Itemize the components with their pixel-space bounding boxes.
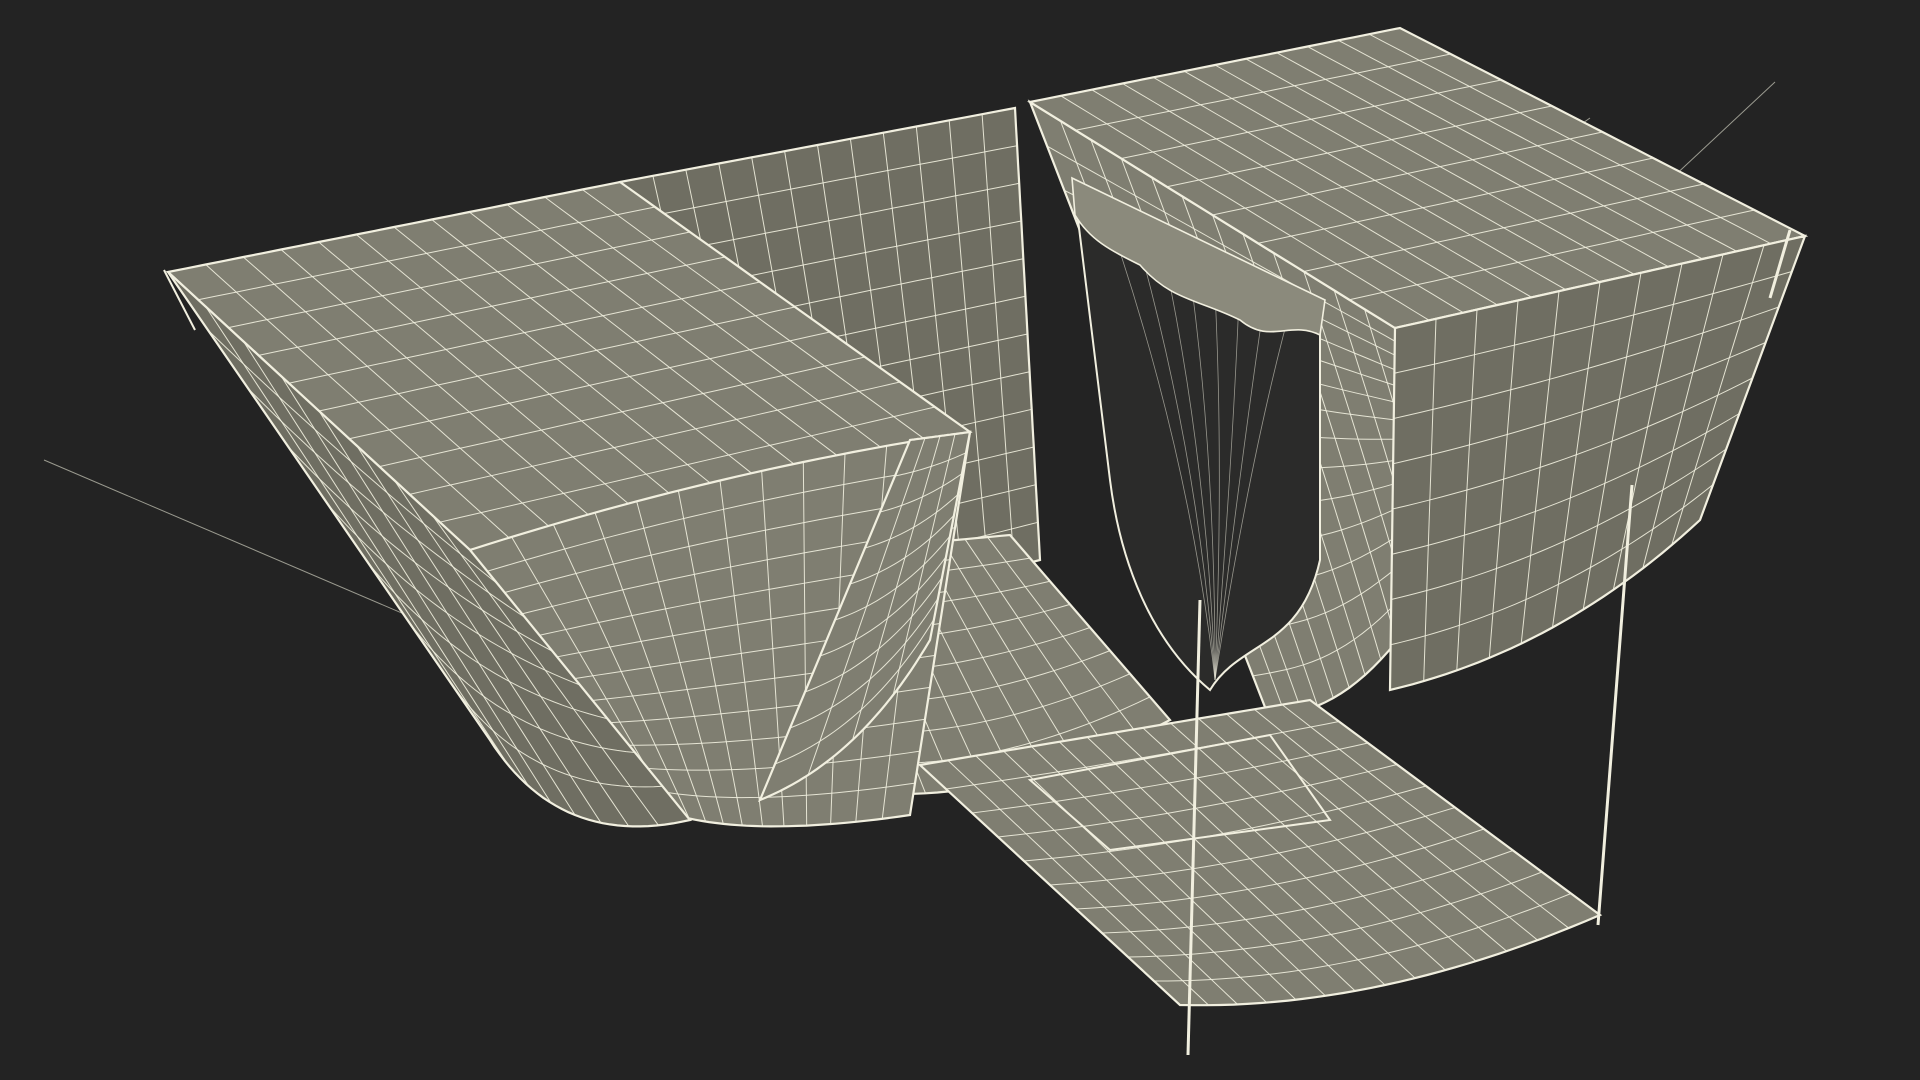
wireframe-scene	[43, 26, 1809, 1056]
3d-viewport[interactable]	[0, 0, 1920, 1080]
right-box	[1027, 26, 1809, 722]
